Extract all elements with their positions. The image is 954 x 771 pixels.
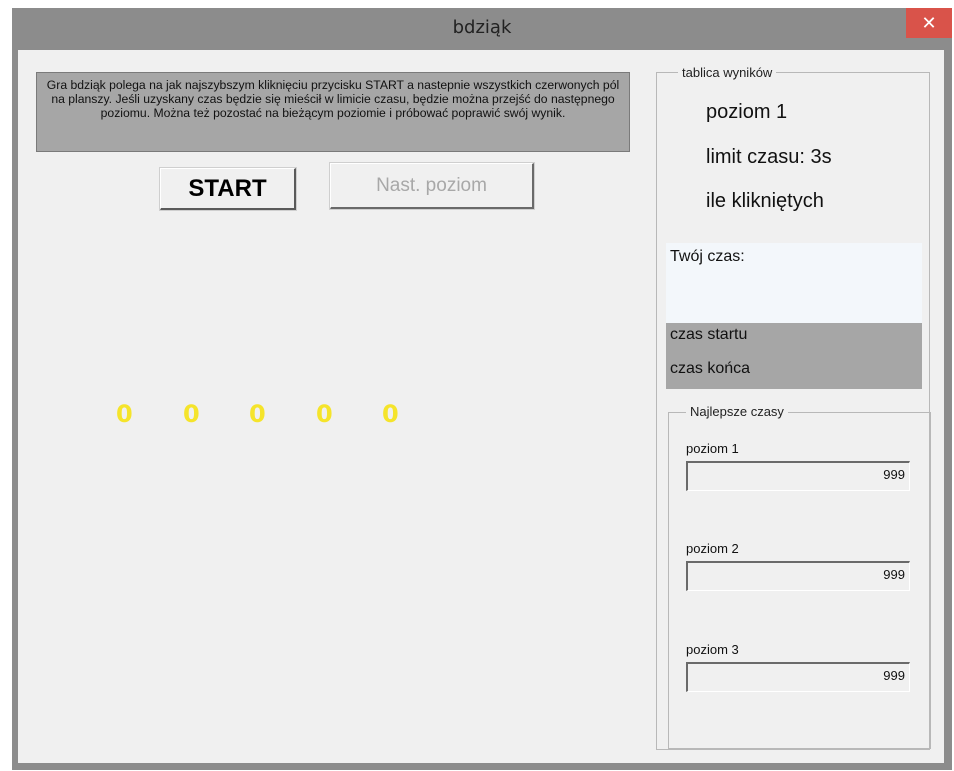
level-label: poziom 1 — [706, 101, 788, 123]
time-limit-label: limit czasu: 3s — [706, 146, 832, 168]
window-title: bdziąk — [452, 17, 512, 38]
counter-2: 0 — [183, 400, 200, 428]
start-time-label: czas startu — [670, 326, 748, 343]
counter-1: 0 — [116, 400, 133, 428]
client-area: Gra bdziąk polega na jak najszybszym kli… — [18, 50, 944, 763]
start-button[interactable]: START — [159, 167, 297, 211]
best-level-3-field[interactable]: 999 — [686, 662, 910, 692]
best-level-3-label: poziom 3 — [686, 642, 739, 657]
scoreboard-legend: tablica wyników — [678, 65, 777, 80]
counter-5: 0 — [382, 400, 399, 428]
close-button[interactable]: ✕ — [906, 8, 952, 38]
best-level-2-label: poziom 2 — [686, 541, 739, 556]
your-time-label: Twój czas: — [670, 248, 745, 265]
end-time-label: czas końca — [670, 360, 751, 377]
best-times-legend: Najlepsze czasy — [686, 404, 788, 419]
best-level-2-field[interactable]: 999 — [686, 561, 910, 591]
title-bar[interactable]: bdziąk ✕ — [12, 8, 952, 50]
counter-4: 0 — [316, 400, 333, 428]
close-icon: ✕ — [921, 12, 937, 34]
counter-3: 0 — [249, 400, 266, 428]
clicked-count-label: ile klikniętych — [706, 190, 824, 212]
game-description: Gra bdziąk polega na jak najszybszym kli… — [36, 72, 630, 152]
best-level-1-label: poziom 1 — [686, 441, 739, 456]
next-level-button[interactable]: Nast. poziom — [329, 162, 535, 210]
best-level-1-field[interactable]: 999 — [686, 461, 910, 491]
app-window: bdziąk ✕ Gra bdziąk polega na jak najszy… — [12, 8, 952, 770]
